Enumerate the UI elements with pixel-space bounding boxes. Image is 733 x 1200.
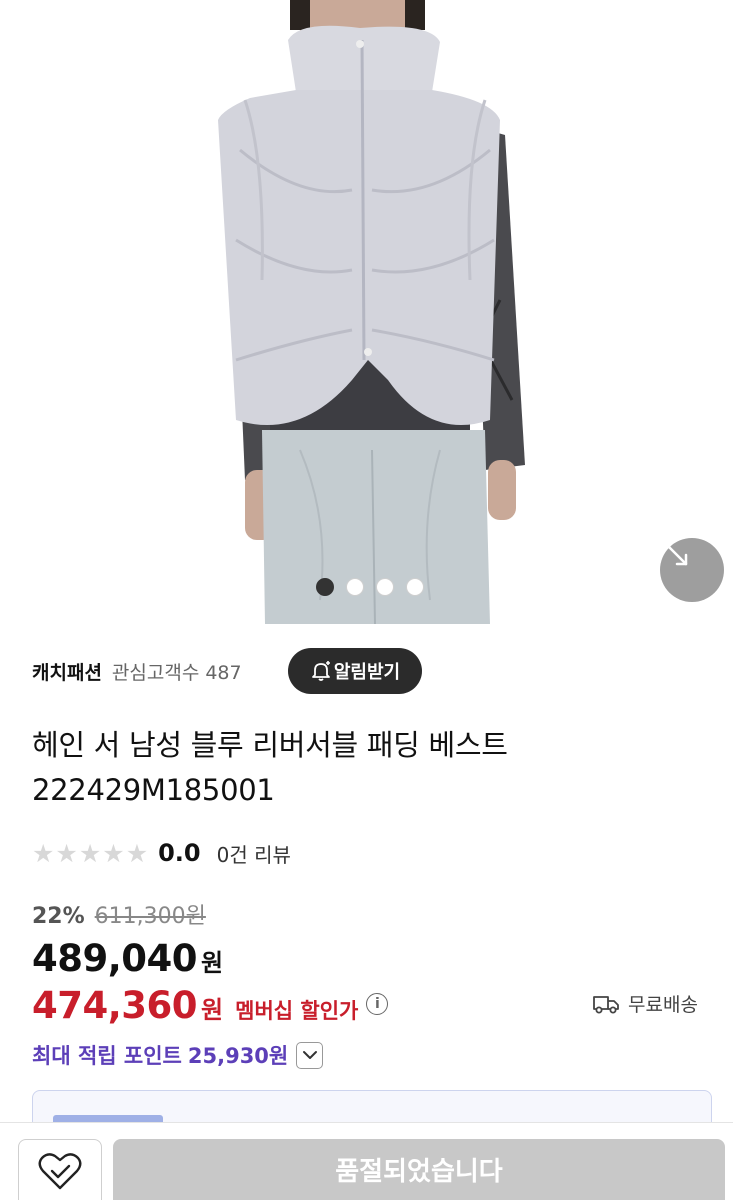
points-info: 최대 적립 포인트 25,930원 bbox=[32, 1040, 288, 1070]
bottom-action-bar: 품절되었습니다 bbox=[0, 1122, 733, 1200]
soldout-button: 품절되었습니다 bbox=[113, 1139, 725, 1200]
star-icon: ★ bbox=[125, 838, 149, 868]
shipping-info: 무료배송 bbox=[592, 990, 698, 1017]
chevron-down-icon bbox=[302, 1051, 317, 1059]
member-price-currency: 원 bbox=[201, 996, 224, 1024]
seller-row: 캐치패션 관심고객수 487 알림받기 bbox=[32, 648, 712, 694]
member-price-label: 멤버십 할인가 bbox=[235, 999, 359, 1023]
gallery-dot-2[interactable] bbox=[346, 578, 364, 596]
soldout-label: 품절되었습니다 bbox=[335, 1157, 503, 1187]
gallery-dot-1[interactable] bbox=[316, 578, 334, 596]
product-title: 헤인 서 남성 블루 리버서블 패딩 베스트 bbox=[32, 728, 508, 762]
rating-stars: ★ ★ ★ ★ ★ bbox=[32, 841, 148, 866]
wishlist-button[interactable] bbox=[18, 1139, 102, 1200]
star-icon: ★ bbox=[102, 838, 125, 868]
follower-count: 487 bbox=[205, 661, 242, 684]
member-price: 474,360 bbox=[32, 984, 198, 1027]
rating-score: 0.0 bbox=[158, 839, 201, 867]
sale-price: 489,040 bbox=[32, 937, 198, 980]
follow-alert-button[interactable]: 알림받기 bbox=[288, 648, 422, 694]
gallery-pagination bbox=[316, 578, 424, 596]
product-model-code: 222429M185001 bbox=[32, 773, 275, 807]
sale-price-row: 489,040 원 bbox=[32, 937, 223, 980]
gallery-dot-3[interactable] bbox=[376, 578, 394, 596]
points-label: 최대 적립 포인트 bbox=[32, 1044, 182, 1068]
product-image bbox=[218, 0, 525, 624]
bell-plus-icon bbox=[311, 661, 330, 681]
star-icon: ★ bbox=[78, 838, 102, 868]
member-price-row: 474,360 원 멤버십 할인가 i bbox=[32, 984, 389, 1027]
product-image-gallery[interactable] bbox=[0, 0, 733, 624]
gallery-dot-4[interactable] bbox=[406, 578, 424, 596]
discount-rate: 22% bbox=[32, 904, 85, 929]
shipping-label: 무료배송 bbox=[628, 994, 698, 1016]
truck-icon bbox=[593, 995, 619, 1013]
follow-alert-label: 알림받기 bbox=[333, 662, 401, 683]
points-row[interactable]: 최대 적립 포인트 25,930원 bbox=[32, 1040, 324, 1070]
expand-arrows-icon bbox=[662, 540, 688, 566]
seller-name[interactable]: 캐치패션 bbox=[32, 658, 102, 685]
sale-price-currency: 원 bbox=[201, 949, 224, 977]
points-value: 25,930원 bbox=[187, 1044, 289, 1068]
original-price: 611,300원 bbox=[94, 904, 206, 929]
follower-label: 관심고객수 bbox=[111, 661, 200, 684]
star-icon: ★ bbox=[55, 838, 78, 868]
discount-row: 22% 611,300원 bbox=[32, 898, 206, 930]
info-icon[interactable]: i bbox=[366, 992, 389, 1015]
review-count[interactable]: 0건 리뷰 bbox=[217, 839, 291, 868]
follower-info: 관심고객수 487 bbox=[112, 658, 242, 685]
points-toggle-button[interactable] bbox=[296, 1041, 324, 1069]
rating-row[interactable]: ★ ★ ★ ★ ★ 0.0 0건 리뷰 bbox=[32, 838, 291, 868]
heart-check-icon bbox=[38, 1153, 82, 1190]
expand-image-button[interactable] bbox=[660, 538, 724, 602]
star-icon: ★ bbox=[32, 838, 55, 868]
